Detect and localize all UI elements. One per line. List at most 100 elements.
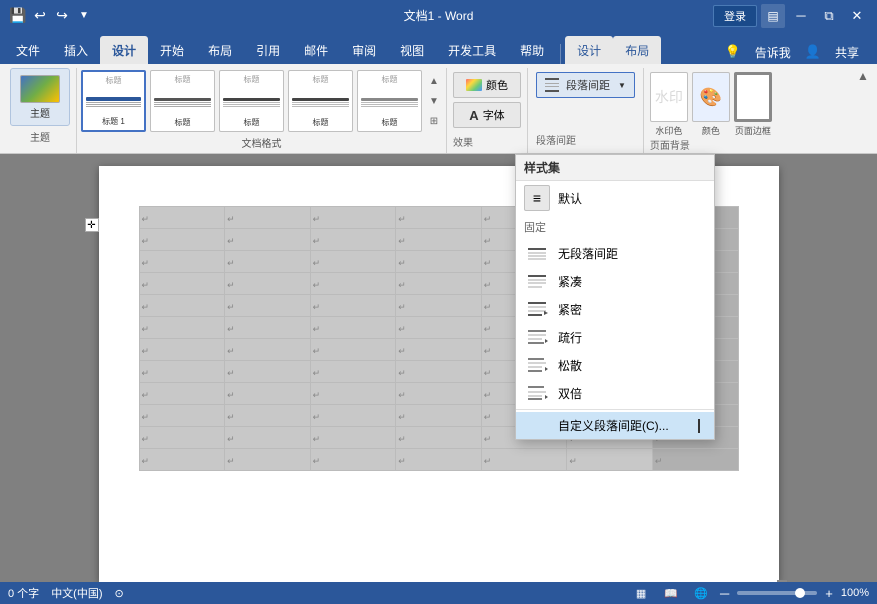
default-icon[interactable]: ≡ <box>524 185 550 211</box>
redo-icon[interactable]: ↪ <box>52 6 72 26</box>
theme-button[interactable]: 主题 <box>10 68 70 126</box>
document-area: ✛ <box>0 154 877 582</box>
zoom-plus-btn[interactable]: + <box>825 586 833 601</box>
tab-file[interactable]: 文件 <box>4 36 52 64</box>
style-heading4[interactable]: 标题 标题 <box>288 70 353 132</box>
menu-item-compact[interactable]: 紧凑 <box>516 267 714 295</box>
record-icon[interactable]: ⊙ <box>115 587 124 600</box>
para-spacing-button[interactable]: 段落间距 ▼ <box>536 72 635 98</box>
zoom-minus-btn[interactable]: ─ <box>720 586 729 601</box>
watermark-icon: 水印 <box>655 87 683 107</box>
tab-view[interactable]: 视图 <box>388 36 436 64</box>
ribbon-content: 主题 主题 标题 标题 1 标题 <box>0 64 877 154</box>
page-border-button[interactable] <box>734 72 772 122</box>
tight-icon <box>524 300 550 318</box>
tab-design2[interactable]: 设计 <box>565 36 613 64</box>
color-label: 颜色 <box>486 77 508 93</box>
tab-help[interactable]: 帮助 <box>508 36 556 64</box>
tab-insert[interactable]: 插入 <box>52 36 100 64</box>
view-layout-btn[interactable]: ▦ <box>630 585 652 601</box>
more-icon[interactable]: ▼ <box>74 6 94 26</box>
font-icon: A <box>469 108 478 123</box>
table-resize-handle[interactable] <box>777 580 787 582</box>
style-heading5[interactable]: 标题 标题 <box>357 70 422 132</box>
style-heading3[interactable]: 标题 标题 <box>219 70 284 132</box>
styles-row: 标题 标题 1 标题 标题 <box>81 70 442 132</box>
page-border-label: 页面边框 <box>735 124 771 137</box>
scroll-more-arrow[interactable]: ⊞ <box>426 112 442 130</box>
styles-scroll: ▲ ▼ ⊞ <box>426 70 442 132</box>
ribbon-toggle-icon[interactable]: ▤ <box>761 4 785 28</box>
ribbon-tabs: 文件 插入 设计 开始 布局 引用 邮件 审阅 视图 开发工具 帮助 设计 布局… <box>0 31 877 64</box>
normal-label: 疏行 <box>558 329 706 346</box>
view-web-btn[interactable]: 🌐 <box>690 585 712 601</box>
scroll-up-arrow[interactable]: ▲ <box>426 72 442 90</box>
ribbon-right: 💡 告诉我 👤 共享 <box>725 40 877 64</box>
menu-item-relaxed[interactable]: 松散 <box>516 351 714 379</box>
custom-label: 自定义段落间距(C)... <box>524 417 690 434</box>
cursor-indicator <box>698 419 706 433</box>
effects-label: 效果 <box>453 134 473 149</box>
view-read-btn[interactable]: 📖 <box>660 585 682 601</box>
undo-icon[interactable]: ↩ <box>30 6 50 26</box>
menu-item-double[interactable]: 双倍 <box>516 379 714 407</box>
relaxed-label: 松散 <box>558 357 706 374</box>
share-button[interactable]: 共享 <box>825 40 869 64</box>
close-button[interactable]: ✕ <box>845 4 869 28</box>
restore-button[interactable]: ⧉ <box>817 4 841 28</box>
menu-item-normal[interactable]: 疏行 <box>516 323 714 351</box>
page-color-button[interactable]: 🎨 <box>692 72 730 122</box>
person-icon[interactable]: 👤 <box>805 44 821 60</box>
menu-separator <box>516 409 714 410</box>
no-space-icon <box>524 244 550 262</box>
color-font-group: 颜色 A 字体 效果 <box>447 68 528 153</box>
styles-group: 标题 标题 1 标题 标题 <box>77 68 447 153</box>
tab-design[interactable]: 设计 <box>100 36 148 64</box>
scroll-down-arrow[interactable]: ▼ <box>426 92 442 110</box>
double-label: 双倍 <box>558 385 706 402</box>
default-section: ≡ 默认 <box>516 181 714 215</box>
minimize-button[interactable]: ─ <box>789 4 813 28</box>
tab-mailings[interactable]: 邮件 <box>292 36 340 64</box>
table-move-handle[interactable]: ✛ <box>85 218 99 232</box>
tab-page-layout[interactable]: 布局 <box>196 36 244 64</box>
save-icon[interactable]: 💾 <box>8 6 28 26</box>
bg-buttons-row: 水印 水印色 🎨 颜色 页面边框 <box>650 72 772 137</box>
tab-developer[interactable]: 开发工具 <box>436 36 508 64</box>
normal-icon <box>524 328 550 346</box>
color-button[interactable]: 颜色 <box>453 72 521 98</box>
zoom-thumb[interactable] <box>795 588 805 598</box>
tab-layout2[interactable]: 布局 <box>613 36 661 64</box>
theme-group-label: 主题 <box>10 126 70 146</box>
double-icon <box>524 384 550 402</box>
page-color-icon: 🎨 <box>700 87 722 108</box>
tab-review[interactable]: 审阅 <box>340 36 388 64</box>
page-border-item: 页面边框 <box>734 72 772 137</box>
theme-group: 主题 主题 <box>4 68 77 153</box>
compact-icon <box>524 272 550 290</box>
tab-layout-start[interactable]: 开始 <box>148 36 196 64</box>
theme-preview <box>20 75 60 103</box>
style-heading1[interactable]: 标题 标题 1 <box>81 70 146 132</box>
font-label: 字体 <box>483 107 505 123</box>
ribbon-collapse-button[interactable]: ▲ <box>853 66 873 86</box>
zoom-level: 100% <box>841 587 869 599</box>
watermark-button[interactable]: 水印 <box>650 72 688 122</box>
theme-label: 主题 <box>30 105 50 120</box>
tab-references[interactable]: 引用 <box>244 36 292 64</box>
tab-divider <box>560 44 561 64</box>
menu-item-tight[interactable]: 紧密 <box>516 295 714 323</box>
bulb-icon[interactable]: 💡 <box>725 44 741 60</box>
menu-item-custom[interactable]: 自定义段落间距(C)... <box>516 412 714 439</box>
watermark-label: 水印色 <box>655 124 682 137</box>
doc-format-label: 文档格式 <box>81 132 442 152</box>
font-button[interactable]: A 字体 <box>453 102 521 128</box>
dropdown-arrow: ▼ <box>618 81 626 90</box>
tell-me-btn[interactable]: 告诉我 <box>745 40 801 64</box>
menu-item-no-space[interactable]: 无段落间距 <box>516 239 714 267</box>
login-button[interactable]: 登录 <box>713 5 757 27</box>
default-label: 默认 <box>558 190 582 207</box>
style-heading2[interactable]: 标题 标题 <box>150 70 215 132</box>
tight-label: 紧密 <box>558 301 706 318</box>
zoom-slider[interactable] <box>737 591 817 595</box>
